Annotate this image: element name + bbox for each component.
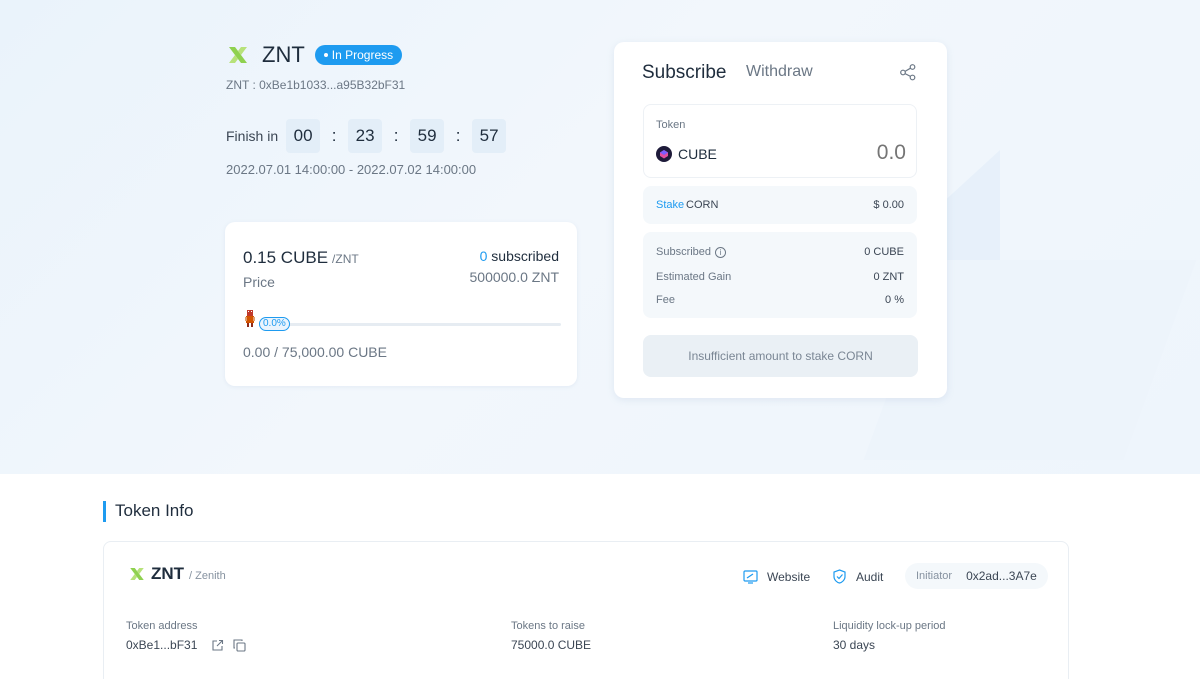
section-title: Token Info [115,501,194,520]
project-address: ZNT : 0xBe1b1033...a95B32bF31 [226,78,406,92]
info-label: Fee [656,294,675,306]
znt-logo-icon [128,565,146,583]
stake-button[interactable]: Insufficient amount to stake CORN [643,335,918,377]
info-row-fee: Fee 0 % [656,294,904,306]
info-row-estimated-gain: Estimated Gain 0 ZNT [656,271,904,283]
cube-token-icon [656,146,672,162]
token-address-label: Token address [126,620,198,632]
token-label: Token [656,119,686,131]
info-icon[interactable]: i [715,247,727,258]
stake-link[interactable]: Stake [656,199,684,211]
total-supply: 500000.0 ZNT [469,269,560,285]
shield-icon [833,569,846,584]
stake-usd-value: $ 0.00 [873,199,904,211]
lockup-period-label: Liquidity lock-up period [833,620,946,632]
info-value: 0 % [885,294,904,306]
subscription-info: Subscribed i 0 CUBE Estimated Gain 0 ZNT … [643,232,917,318]
info-label: Subscribed i [656,246,727,258]
project-header: ZNT In Progress [226,42,403,68]
status-dot-icon [323,53,328,57]
token-info-card: ZNT / Zenith Website Audit Initiator 0x2… [103,541,1069,679]
countdown-hours: 23 [348,119,383,153]
lockup-period-value: 30 days [833,638,876,652]
tokens-to-raise-label: Tokens to raise [511,620,585,632]
audit-label: Audit [856,569,884,584]
price-amount: 0.15 CUBE [243,248,329,267]
token-name: CUBE [678,146,717,162]
stake-row: Stake CORN $ 0.00 [643,186,917,224]
subscribe-panel: Subscribe Withdraw Token CUBE Stake CORN… [614,42,947,398]
token-selector: CUBE [656,146,717,162]
countdown-days: 00 [286,119,321,153]
subscribed-label: Subscribed [656,246,712,258]
copy-icon[interactable] [233,638,246,652]
external-link-icon[interactable] [211,639,224,652]
price-card: 0.15 CUBE/ZNT Price 0 subscribed 500000.… [225,222,577,386]
price-unit: /ZNT [332,252,359,266]
section-accent-bar [103,501,106,522]
tokens-to-raise-value: 75000.0 CUBE [511,638,592,652]
info-label: Estimated Gain [656,271,732,283]
info-row-subscribed: Subscribed i 0 CUBE [656,246,904,258]
token-full-name: / Zenith [189,569,226,582]
date-range: 2022.07.01 14:00:00 - 2022.07.02 14:00:0… [226,162,477,177]
token-address: 0xBe1...bF31 [126,638,198,652]
price-value: 0.15 CUBE/ZNT [243,248,359,268]
website-label: Website [767,569,811,584]
countdown-separator: : [455,126,461,145]
progress-percent: 0.0% [259,317,290,331]
amount-input[interactable] [786,141,906,165]
tab-subscribe[interactable]: Subscribe [642,62,727,84]
token-input-box: Token CUBE [643,104,917,178]
status-label: In Progress [331,48,394,62]
share-icon[interactable] [899,63,917,81]
progress-bar [261,323,561,326]
countdown-minutes: 59 [410,119,445,153]
subscribed-number: 0 [479,248,488,264]
price-label: Price [243,274,275,290]
token-address-value: 0xBe1...bF31 [126,638,246,652]
token-symbol: ZNT [151,564,185,583]
countdown-separator: : [393,126,399,145]
stake-token: CORN [686,199,719,211]
audit-link[interactable]: Audit [832,569,883,584]
countdown: Finish in 00 : 23 : 59 : 57 [226,119,507,153]
initiator-label: Initiator [916,570,953,582]
website-icon [743,570,758,584]
znt-logo-icon [226,43,250,67]
raised-amount: 0.00 / 75,000.00 CUBE [243,344,387,360]
project-symbol: ZNT [262,42,305,67]
subscribed-count: 0 subscribed [480,248,559,264]
finish-label: Finish in [226,128,279,144]
status-badge: In Progress [314,45,403,65]
countdown-seconds: 57 [472,119,507,153]
info-value: 0 ZNT [873,271,904,283]
initiator-address: 0x2ad...3A7e [966,569,1037,583]
countdown-separator: : [331,126,337,145]
tab-withdraw[interactable]: Withdraw [746,63,813,81]
website-link[interactable]: Website [743,569,810,584]
hero-background [0,0,1200,474]
subscribed-label: subscribed [491,248,559,264]
token-info-header: ZNT / Zenith [128,564,226,584]
initiator-badge[interactable]: Initiator 0x2ad...3A7e [905,563,1048,589]
mascot-icon [243,308,257,328]
info-value: 0 CUBE [864,246,904,258]
